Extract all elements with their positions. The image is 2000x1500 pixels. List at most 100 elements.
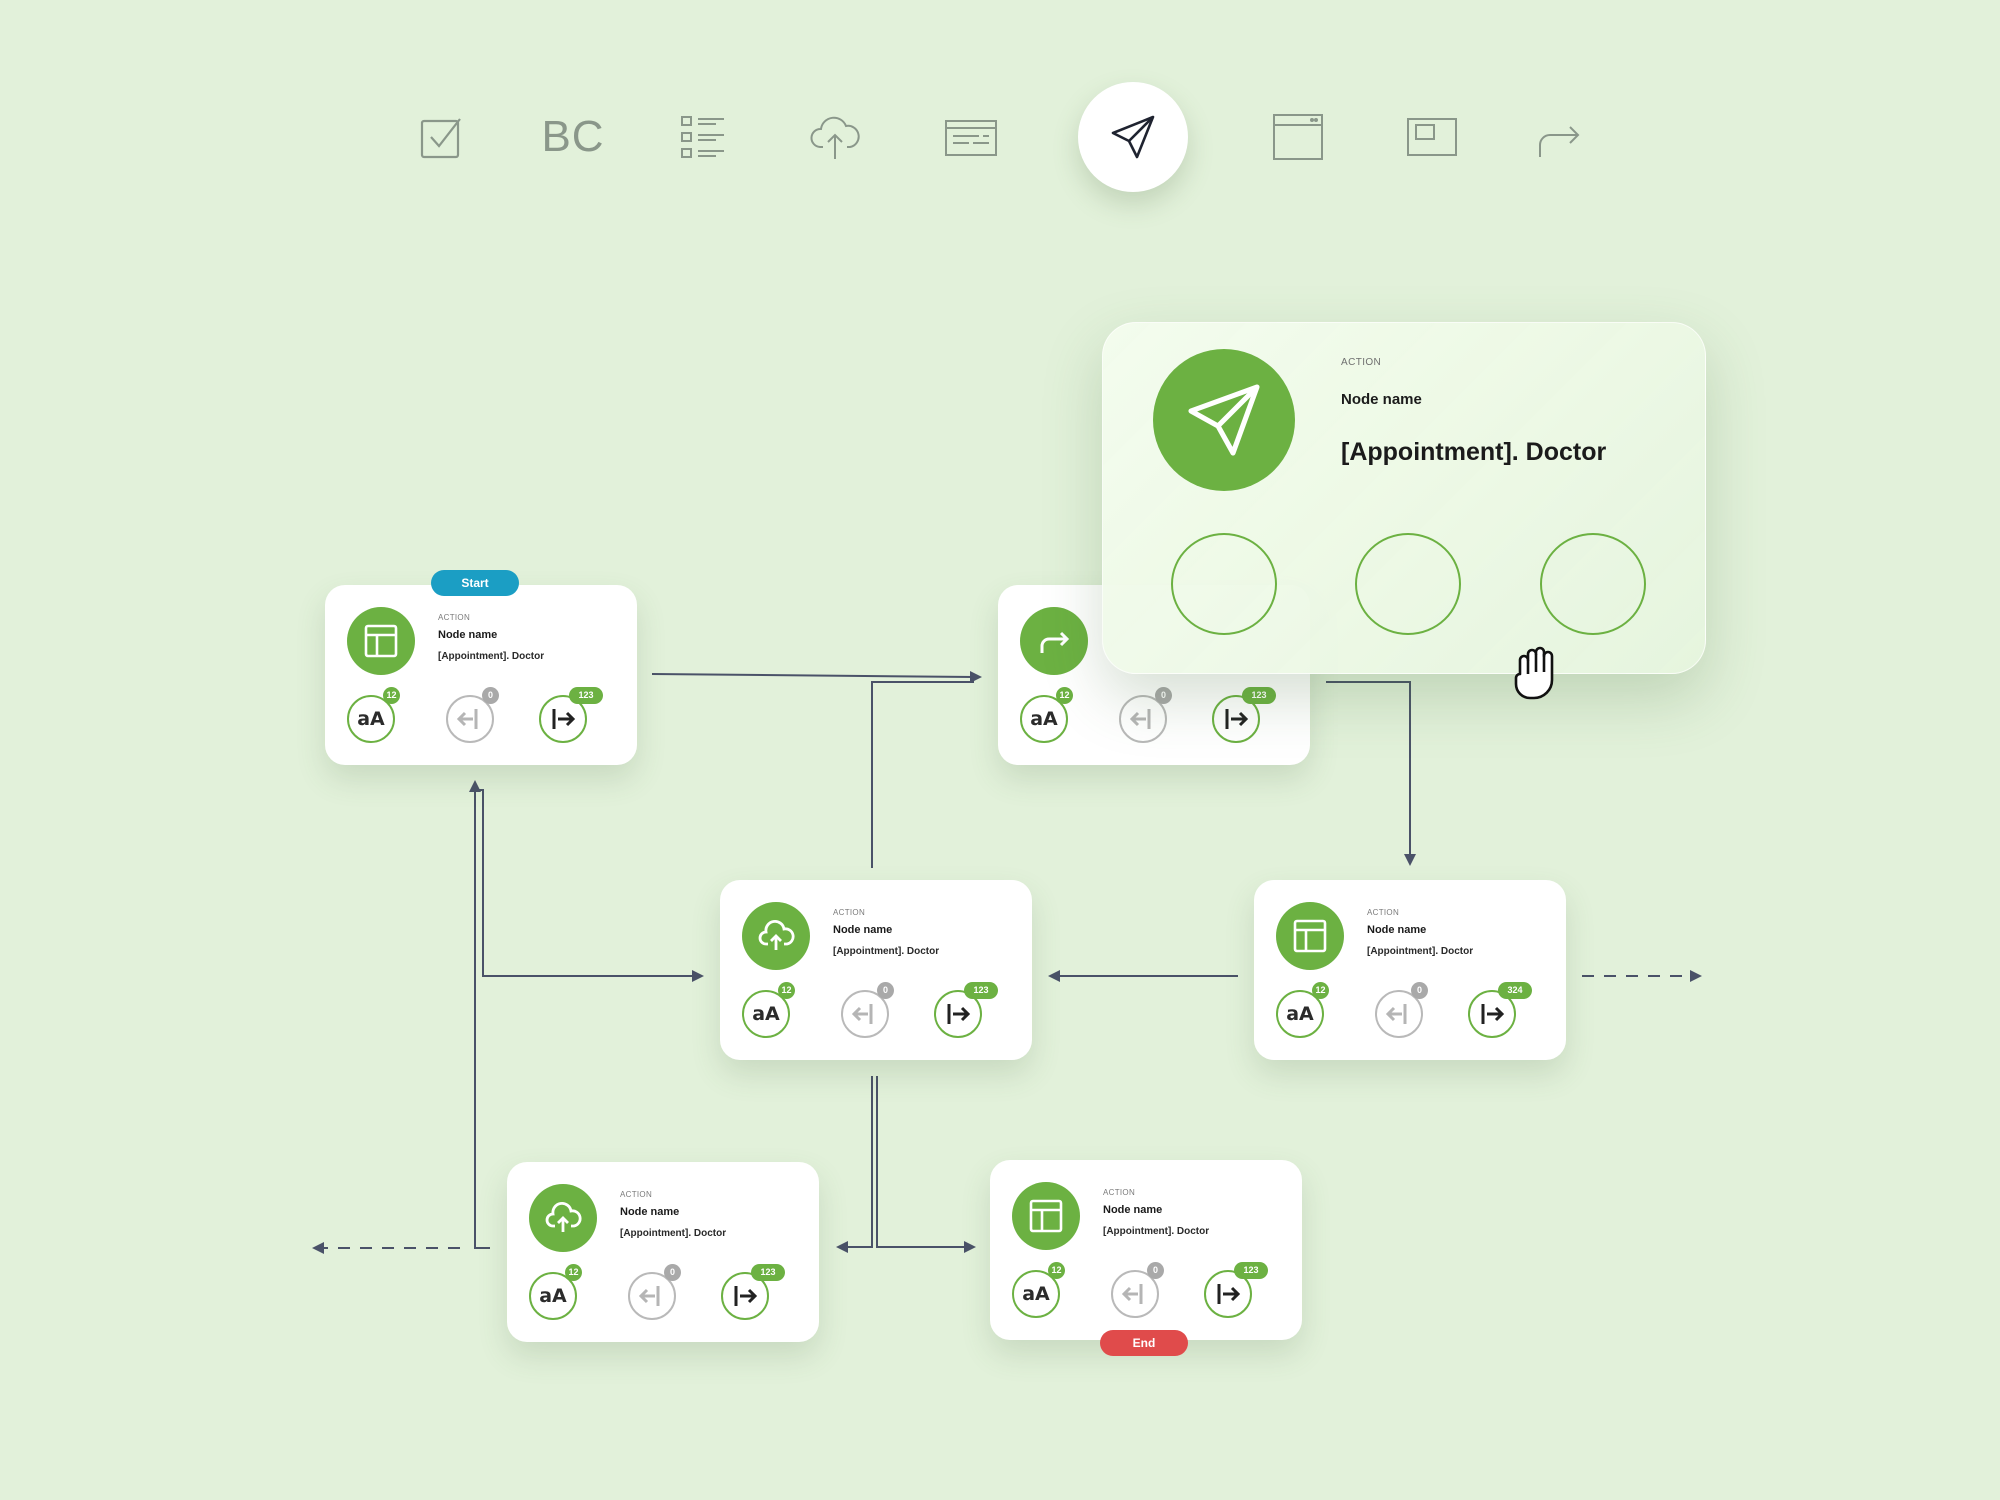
- flow-node[interactable]: ACTION Node name [Appointment]. Doctor a…: [720, 880, 1032, 1060]
- toolbar-form-button[interactable]: [916, 82, 1026, 192]
- hand-grab-icon: [1514, 646, 1554, 700]
- arrowhead: [1690, 970, 1702, 982]
- text-aa-icon: aA: [357, 708, 385, 730]
- connector-n1-n2: [651, 673, 975, 678]
- node-name: Node name: [1367, 924, 1427, 936]
- node-subtitle: [Appointment]. Doctor: [1103, 1226, 1210, 1237]
- node-name: Node name: [833, 924, 893, 936]
- connector-n2-n4: [1326, 681, 1411, 856]
- browser-window-icon: [1273, 114, 1323, 160]
- connector-n3-n6: [876, 1076, 966, 1248]
- toolbar-frame-button[interactable]: [1377, 82, 1487, 192]
- text-port-button[interactable]: aA 12: [529, 1264, 582, 1320]
- toolbar-bc-button[interactable]: BC: [518, 82, 628, 192]
- output-port-button[interactable]: 123: [934, 982, 998, 1038]
- flow-canvas[interactable]: BC ACTION Node name [Appointment]. Docto…: [0, 0, 2000, 1500]
- input-arrow-icon: [1121, 1284, 1143, 1304]
- output-port-button[interactable]: 123: [1204, 1262, 1268, 1318]
- arrowhead: [964, 1241, 976, 1253]
- node-name: Node name: [438, 629, 498, 641]
- detail-port-slot[interactable]: [1355, 533, 1461, 635]
- output-arrow-icon: [734, 1286, 758, 1306]
- count-badge: 123: [1234, 1262, 1268, 1279]
- toolbar-send-button[interactable]: [1078, 82, 1188, 192]
- input-arrow-icon: [638, 1286, 660, 1306]
- text-port-button[interactable]: aA 12: [1020, 687, 1073, 743]
- form-icon: [945, 120, 997, 156]
- node-kind: ACTION: [1367, 908, 1400, 917]
- input-arrow-icon: [1129, 709, 1151, 729]
- node-kind: ACTION: [1103, 1188, 1136, 1197]
- layout-icon: [1029, 1199, 1063, 1233]
- input-port-button[interactable]: 0: [1119, 687, 1172, 743]
- count-badge: 0: [1411, 982, 1428, 999]
- input-port-button[interactable]: 0: [1375, 982, 1428, 1038]
- text-port-button[interactable]: aA 12: [742, 982, 795, 1038]
- send-icon: [1111, 115, 1155, 159]
- text-aa-icon: aA: [539, 1285, 567, 1307]
- count-badge: 123: [1242, 687, 1276, 704]
- output-port-button[interactable]: 123: [539, 687, 603, 743]
- arrowhead: [1404, 854, 1416, 866]
- count-badge: 0: [1155, 687, 1172, 704]
- toolbar-window-button[interactable]: [1243, 82, 1353, 192]
- toolbar-upload-button[interactable]: [780, 82, 890, 192]
- count-badge: 0: [877, 982, 894, 999]
- toolbar-checklist-button[interactable]: [649, 82, 759, 192]
- input-port-button[interactable]: 0: [1111, 1262, 1164, 1318]
- node-detail-card[interactable]: ACTION Node name [Appointment]. Doctor: [1102, 322, 1706, 674]
- output-arrow-icon: [947, 1004, 971, 1024]
- count-badge: 12: [1056, 687, 1073, 704]
- text-port-button[interactable]: aA 12: [347, 687, 400, 743]
- input-port-button[interactable]: 0: [628, 1264, 681, 1320]
- node-subtitle: [Appointment]. Doctor: [438, 651, 545, 662]
- arrowhead: [836, 1241, 848, 1253]
- arrowhead: [1048, 970, 1060, 982]
- count-badge: 0: [1147, 1262, 1164, 1279]
- detail-subtitle: [Appointment]. Doctor: [1341, 438, 1607, 466]
- output-port-button[interactable]: 123: [1212, 687, 1276, 743]
- input-arrow-icon: [1385, 1004, 1407, 1024]
- detail-port-slot[interactable]: [1171, 533, 1277, 635]
- send-icon: [1188, 384, 1260, 456]
- arrowhead: [692, 970, 704, 982]
- cloud-upload-icon: [758, 920, 795, 950]
- node-name: Node name: [1103, 1204, 1163, 1216]
- flow-node[interactable]: ACTION Node name [Appointment]. Doctor a…: [325, 585, 637, 765]
- toolbar-checkbox-button[interactable]: [387, 82, 497, 192]
- input-port-button[interactable]: 0: [446, 687, 499, 743]
- checklist-icon: [681, 116, 724, 158]
- output-arrow-icon: [1481, 1004, 1505, 1024]
- count-badge: 324: [1498, 982, 1532, 999]
- input-arrow-icon: [456, 709, 478, 729]
- count-badge: 123: [964, 982, 998, 999]
- input-port-button[interactable]: 0: [841, 982, 894, 1038]
- detail-kind: ACTION: [1341, 357, 1382, 368]
- checkbox-icon: [420, 118, 461, 159]
- flow-node[interactable]: ACTION Node name [Appointment]. Doctor a…: [990, 1160, 1302, 1340]
- arrowhead: [312, 1242, 324, 1254]
- node-subtitle: [Appointment]. Doctor: [620, 1228, 727, 1239]
- start-badge: Start: [431, 570, 519, 596]
- redirect-arrow-icon: [1539, 126, 1580, 157]
- count-badge: 12: [1312, 982, 1329, 999]
- text-aa-icon: aA: [1286, 1003, 1314, 1025]
- toolbar-redirect-button[interactable]: [1505, 82, 1615, 192]
- cloud-upload-icon: [810, 116, 860, 159]
- text-port-button[interactable]: aA 12: [1012, 1262, 1065, 1318]
- detail-node-name: Node name: [1341, 391, 1422, 408]
- layout-icon: [1293, 919, 1327, 953]
- end-badge: End: [1100, 1330, 1188, 1356]
- flow-node[interactable]: ACTION Node name [Appointment]. Doctor a…: [1254, 880, 1566, 1060]
- count-badge: 12: [778, 982, 795, 999]
- output-port-button[interactable]: 324: [1468, 982, 1532, 1038]
- connector-n3-n5: [846, 1076, 873, 1248]
- text-port-button[interactable]: aA 12: [1276, 982, 1329, 1038]
- detail-port-slot[interactable]: [1540, 533, 1646, 635]
- flow-node[interactable]: ACTION Node name [Appointment]. Doctor a…: [507, 1162, 819, 1342]
- output-port-button[interactable]: 123: [721, 1264, 785, 1320]
- node-subtitle: [Appointment]. Doctor: [1367, 946, 1474, 957]
- count-badge: 0: [482, 687, 499, 704]
- input-arrow-icon: [851, 1004, 873, 1024]
- text-aa-icon: aA: [1022, 1283, 1050, 1305]
